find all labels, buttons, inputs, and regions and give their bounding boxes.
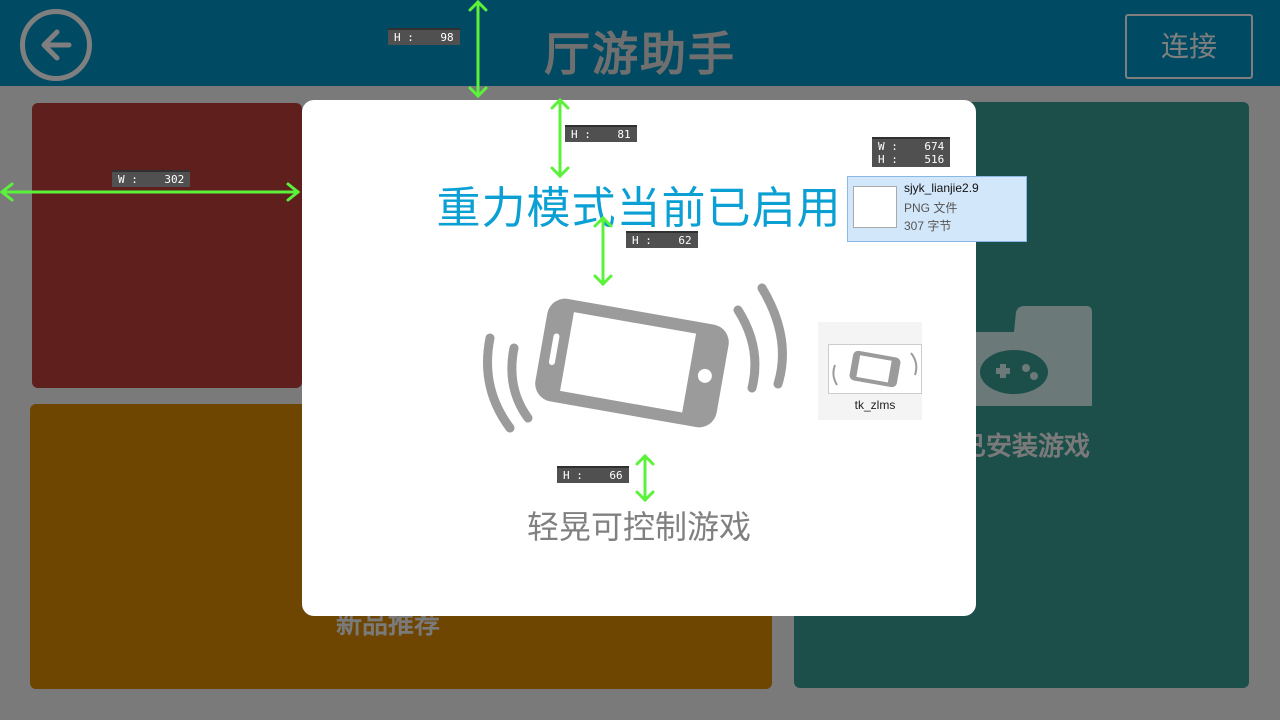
file-thumb-icon — [853, 186, 897, 228]
thumbnail-phone-icon — [832, 350, 918, 388]
thumbnail-label: tk_zlms — [854, 398, 896, 412]
file-size: 307 字节 — [904, 219, 952, 233]
measure-tag-header: H : 98 — [388, 28, 460, 45]
file-type: PNG 文件 — [904, 201, 958, 215]
measure-tag-dialog-size: W : 674 H : 516 — [872, 137, 951, 167]
thumbnail-image — [828, 344, 922, 394]
measure-guides — [0, 0, 655, 503]
measure-tag-phone-gap: H : 66 — [557, 466, 629, 483]
measure-tag-top-gap: H : 81 — [565, 125, 637, 142]
measure-tag-left-width: W : 302 — [112, 170, 191, 187]
file-card[interactable]: sjyk_lianjie2.9 PNG 文件 307 字节 — [847, 176, 1027, 242]
measure-tag-title-gap: H : 62 — [626, 231, 698, 248]
file-name: sjyk_lianjie2.9 — [904, 181, 979, 195]
thumbnail-card[interactable]: tk_zlms — [818, 322, 922, 420]
